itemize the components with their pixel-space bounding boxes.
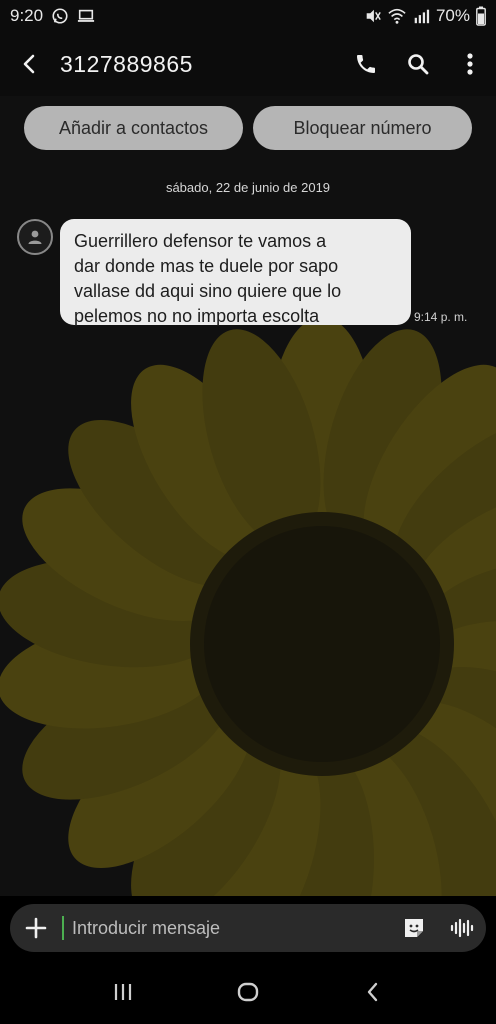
add-contact-button[interactable]: Añadir a contactos xyxy=(24,106,243,150)
message-input[interactable] xyxy=(62,916,390,940)
phone-icon xyxy=(357,55,375,73)
message-timestamp: 9:14 p. m. xyxy=(414,310,468,324)
compose-bar xyxy=(10,904,486,952)
wifi-icon xyxy=(388,8,406,24)
compose-area xyxy=(0,896,496,960)
conversation-area[interactable]: Añadir a contactos Bloquear número sábad… xyxy=(0,96,496,896)
whatsapp-icon xyxy=(52,8,68,24)
sticker-icon xyxy=(405,919,423,937)
contact-number-title: 3127889865 xyxy=(60,50,193,77)
block-number-button[interactable]: Bloquear número xyxy=(253,106,472,150)
back-icon xyxy=(368,982,378,1002)
message-bubble[interactable]: Guerrillero defensor te vamos a dar dond… xyxy=(60,219,411,326)
system-nav-bar xyxy=(0,960,496,1024)
sunflower-center-inner xyxy=(204,526,440,762)
plus-icon xyxy=(25,917,47,939)
back-arrow-icon xyxy=(23,54,35,74)
more-options-button[interactable] xyxy=(444,32,496,96)
person-icon xyxy=(28,230,42,244)
message-text: Guerrillero defensor te vamos a dar dond… xyxy=(74,231,342,326)
status-time: 9:20 xyxy=(10,6,44,25)
avatar[interactable] xyxy=(17,219,53,255)
messaging-screen: 9:20 70% 3127889865 Añadir a contactos B… xyxy=(0,0,496,1024)
status-bar-left: 9:20 xyxy=(10,6,95,26)
home-button[interactable] xyxy=(218,962,278,1022)
mute-icon xyxy=(366,9,381,23)
date-separator: sábado, 22 de junio de 2019 xyxy=(165,180,331,195)
nav-back-button[interactable] xyxy=(343,962,403,1022)
signal-icon xyxy=(414,9,430,24)
status-bar-right: 70% xyxy=(364,6,486,26)
add-attachment-button[interactable] xyxy=(10,904,62,952)
recent-apps-button[interactable] xyxy=(93,962,153,1022)
home-icon xyxy=(237,982,259,1002)
conversation-header: 3127889865 xyxy=(0,32,496,96)
sticker-button[interactable] xyxy=(390,904,438,952)
battery-level: 70% xyxy=(435,6,470,25)
voice-icon xyxy=(450,918,474,938)
back-button[interactable] xyxy=(0,32,60,96)
recent-apps-icon xyxy=(114,984,131,1000)
call-button[interactable] xyxy=(340,32,392,96)
laptop-icon xyxy=(77,9,95,22)
sunflower-wallpaper xyxy=(0,317,496,896)
status-bar: 9:20 70% xyxy=(0,0,496,32)
search-icon xyxy=(408,54,429,75)
contact-actions: Añadir a contactos Bloquear número xyxy=(0,106,496,150)
battery-icon xyxy=(476,6,486,26)
voice-message-button[interactable] xyxy=(438,904,486,952)
more-vertical-icon xyxy=(467,53,473,75)
search-button[interactable] xyxy=(392,32,444,96)
